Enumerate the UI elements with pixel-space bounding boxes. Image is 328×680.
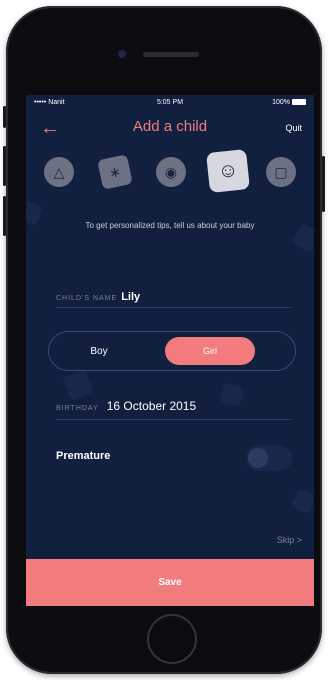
child-name-label: CHILD'S NAME xyxy=(56,295,118,302)
bluetooth-icon[interactable]: ∗ xyxy=(97,154,133,190)
tagline: To get personalized tips, tell us about … xyxy=(85,221,255,230)
birthday-value[interactable]: 16 October 2015 xyxy=(107,399,196,413)
divider xyxy=(56,307,292,308)
avatar-picker: △ ∗ ◉ ☺ ▢ xyxy=(26,147,314,197)
gender-toggle[interactable]: Boy Girl xyxy=(48,331,296,371)
smiley-face-icon[interactable]: ☺ xyxy=(206,149,250,193)
square-icon[interactable]: ▢ xyxy=(266,157,296,187)
save-button[interactable]: Save xyxy=(26,559,314,606)
mute-switch xyxy=(3,106,6,128)
camera-icon[interactable]: ◉ xyxy=(156,157,186,187)
quit-button[interactable]: Quit xyxy=(285,123,302,133)
volume-up-button xyxy=(3,146,6,186)
page-title: Add a child xyxy=(132,118,208,135)
switch-knob xyxy=(248,448,268,468)
background-shape xyxy=(62,369,94,401)
battery-percent: 100% xyxy=(272,99,290,106)
volume-down-button xyxy=(3,196,6,236)
rocket-icon[interactable]: △ xyxy=(44,157,74,187)
clock: 5:05 PM xyxy=(156,99,184,106)
premature-label: Premature xyxy=(56,450,111,462)
app-screen: ••••• Nanit 5:05 PM 100% ← Add a child Q… xyxy=(26,95,314,606)
home-button[interactable] xyxy=(147,614,197,664)
birthday-field[interactable]: BIRTHDAY 16 October 2015 xyxy=(56,397,292,415)
divider xyxy=(56,419,292,420)
background-shape xyxy=(290,487,314,515)
power-button xyxy=(322,156,325,212)
phone-frame: ••••• Nanit 5:05 PM 100% ← Add a child Q… xyxy=(3,6,325,674)
earpiece-speaker xyxy=(143,52,199,57)
battery-icon xyxy=(292,99,306,106)
premature-switch[interactable] xyxy=(246,445,292,471)
skip-button[interactable]: Skip > xyxy=(277,535,302,545)
gender-option-boy[interactable]: Boy xyxy=(49,332,149,370)
gender-option-girl[interactable]: Girl xyxy=(165,337,255,365)
status-bar: ••••• Nanit 5:05 PM 100% xyxy=(26,95,314,111)
front-camera xyxy=(118,50,126,58)
child-name-value[interactable]: Lily xyxy=(121,291,140,303)
battery-indicator: 100% xyxy=(272,99,306,106)
birthday-label: BIRTHDAY xyxy=(56,405,99,412)
child-name-field[interactable]: CHILD'S NAME Lily xyxy=(56,287,292,305)
